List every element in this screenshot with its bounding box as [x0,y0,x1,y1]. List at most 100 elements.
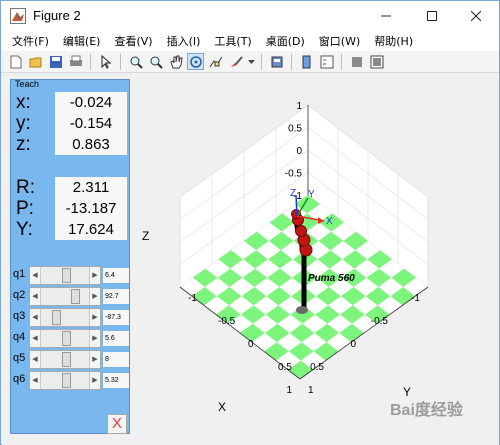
legend-icon [320,55,333,68]
joint-2-value[interactable]: 92.7 [103,289,129,304]
coord-x-label: x: [16,92,31,113]
slider-left-arrow-icon[interactable]: ◀ [30,351,41,368]
y-tick-label: 0.5 [278,362,292,373]
coord-yaw-value: 17.624 [55,219,127,240]
frame-z-arrow [295,194,298,217]
x-tick-label: -0.5 [371,316,389,327]
coord-z-value: 0.863 [55,134,127,155]
slider-thumb[interactable] [62,268,72,283]
joint-6-value[interactable]: 5.32 [103,373,129,388]
coord-pitch-label: P: [16,198,34,219]
new-figure-button[interactable] [7,53,24,70]
toolbar-divider [90,53,91,70]
coord-roll-value: 2.311 [55,177,127,198]
data-cursor-button[interactable] [207,53,224,70]
menu-view[interactable]: 查看(V) [107,33,159,49]
joint-5-slider[interactable]: ◀ ▶ [29,350,101,369]
joint-1-slider[interactable]: ◀ ▶ [29,266,101,285]
toolbar-divider [261,53,262,70]
z-tick-label: -0.5 [285,169,303,180]
zoom-out-button[interactable] [147,53,164,70]
joint-4-slider[interactable]: ◀ ▶ [29,329,101,348]
edit-plot-button[interactable] [97,53,114,70]
coord-y-value: -0.154 [55,113,127,134]
joint-4-value[interactable]: 5.6 [103,331,129,346]
hide-plot-tools-button[interactable] [348,53,365,70]
quit-teach-button[interactable]: X [107,414,127,434]
slider-left-arrow-icon[interactable]: ◀ [30,309,41,326]
close-button[interactable] [453,1,499,31]
figure-window: Figure 2 文件(F) 编辑(E) 查看(V) 插入(I) 工具(T) 桌… [0,0,500,445]
figure-canvas: 1 0.5 0 -0.5 -1 -1 -0.5 0 0.5 1 1 0.5 0 -0.5 -1 X Y Z [2,74,499,445]
hide-tools-icon [351,56,362,67]
slider-right-arrow-icon[interactable]: ▶ [89,267,100,284]
colorbar-icon [302,55,310,68]
joint-6-slider[interactable]: ◀ ▶ [29,371,101,390]
robot-name-label: Puma 560 [308,273,355,284]
menu-window[interactable]: 窗口(W) [312,33,367,49]
z-tick-label: 1 [296,101,302,112]
save-button[interactable] [47,53,64,70]
x-tick-label: -1 [411,293,420,304]
coord-yaw-label: Y: [16,219,33,240]
slider-thumb[interactable] [62,352,72,367]
y-tick-label: -1 [188,293,197,304]
coord-z-label: z: [16,134,31,155]
menu-file[interactable]: 文件(F) [5,33,56,49]
menu-tools[interactable]: 工具(T) [207,33,258,49]
joint-2-slider[interactable]: ◀ ▶ [29,287,101,306]
slider-left-arrow-icon[interactable]: ◀ [30,372,41,389]
watermark: Bai度经验 [390,402,463,419]
pan-button[interactable] [167,53,184,70]
link-icon [271,56,282,67]
slider-right-arrow-icon[interactable]: ▶ [89,309,100,326]
zoom-out-icon [150,56,163,69]
joint-5-value[interactable]: 8 [103,352,129,367]
joint-1-value[interactable]: 6.4 [103,268,129,283]
frame-x-label: X [326,216,333,227]
menu-insert[interactable]: 插入(I) [160,33,208,49]
menu-edit[interactable]: 编辑(E) [56,33,108,49]
toolbar-divider [120,53,121,70]
slider-right-arrow-icon[interactable]: ▶ [89,330,100,347]
joint-6-label: q6 [13,373,26,385]
title-bar: Figure 2 [1,1,499,31]
zoom-in-button[interactable] [127,53,144,70]
rotate-3d-button[interactable] [187,53,204,70]
print-button[interactable] [67,53,84,70]
minimize-button[interactable] [363,1,409,31]
window-title: Figure 2 [33,8,81,23]
slider-thumb[interactable] [62,331,72,346]
slider-thumb[interactable] [71,289,81,304]
link-plot-button[interactable] [268,53,285,70]
slider-right-arrow-icon[interactable]: ▶ [89,288,100,305]
new-file-icon [10,55,21,68]
menu-desktop[interactable]: 桌面(D) [259,33,312,49]
brush-icon [230,55,243,67]
frame-z-label: Z [290,188,296,199]
robot-joint [295,225,307,237]
joint-3-slider[interactable]: ◀ ▶ [29,308,101,327]
slider-right-arrow-icon[interactable]: ▶ [89,351,100,368]
slider-thumb[interactable] [62,373,72,388]
teach-panel-title: Teach [15,79,40,89]
joint-3-value[interactable]: -87.3 [103,310,129,325]
legend-button[interactable] [318,53,335,70]
open-file-button[interactable] [27,53,44,70]
slider-thumb[interactable] [52,310,62,325]
brush-dropdown[interactable] [247,53,255,70]
menu-help[interactable]: 帮助(H) [367,33,420,49]
slider-left-arrow-icon[interactable]: ◀ [30,288,41,305]
slider-left-arrow-icon[interactable]: ◀ [30,330,41,347]
maximize-button[interactable] [409,1,455,31]
rotate-icon [189,55,202,68]
save-icon [49,55,62,68]
slider-right-arrow-icon[interactable]: ▶ [89,372,100,389]
slider-left-arrow-icon[interactable]: ◀ [30,267,41,284]
colorbar-button[interactable] [298,53,315,70]
z-axis-label: Z [142,229,149,243]
show-plot-tools-button[interactable] [368,53,385,70]
joint-3-label: q3 [13,310,26,322]
brush-button[interactable] [227,53,244,70]
x-tick-label: 0.5 [310,362,324,373]
